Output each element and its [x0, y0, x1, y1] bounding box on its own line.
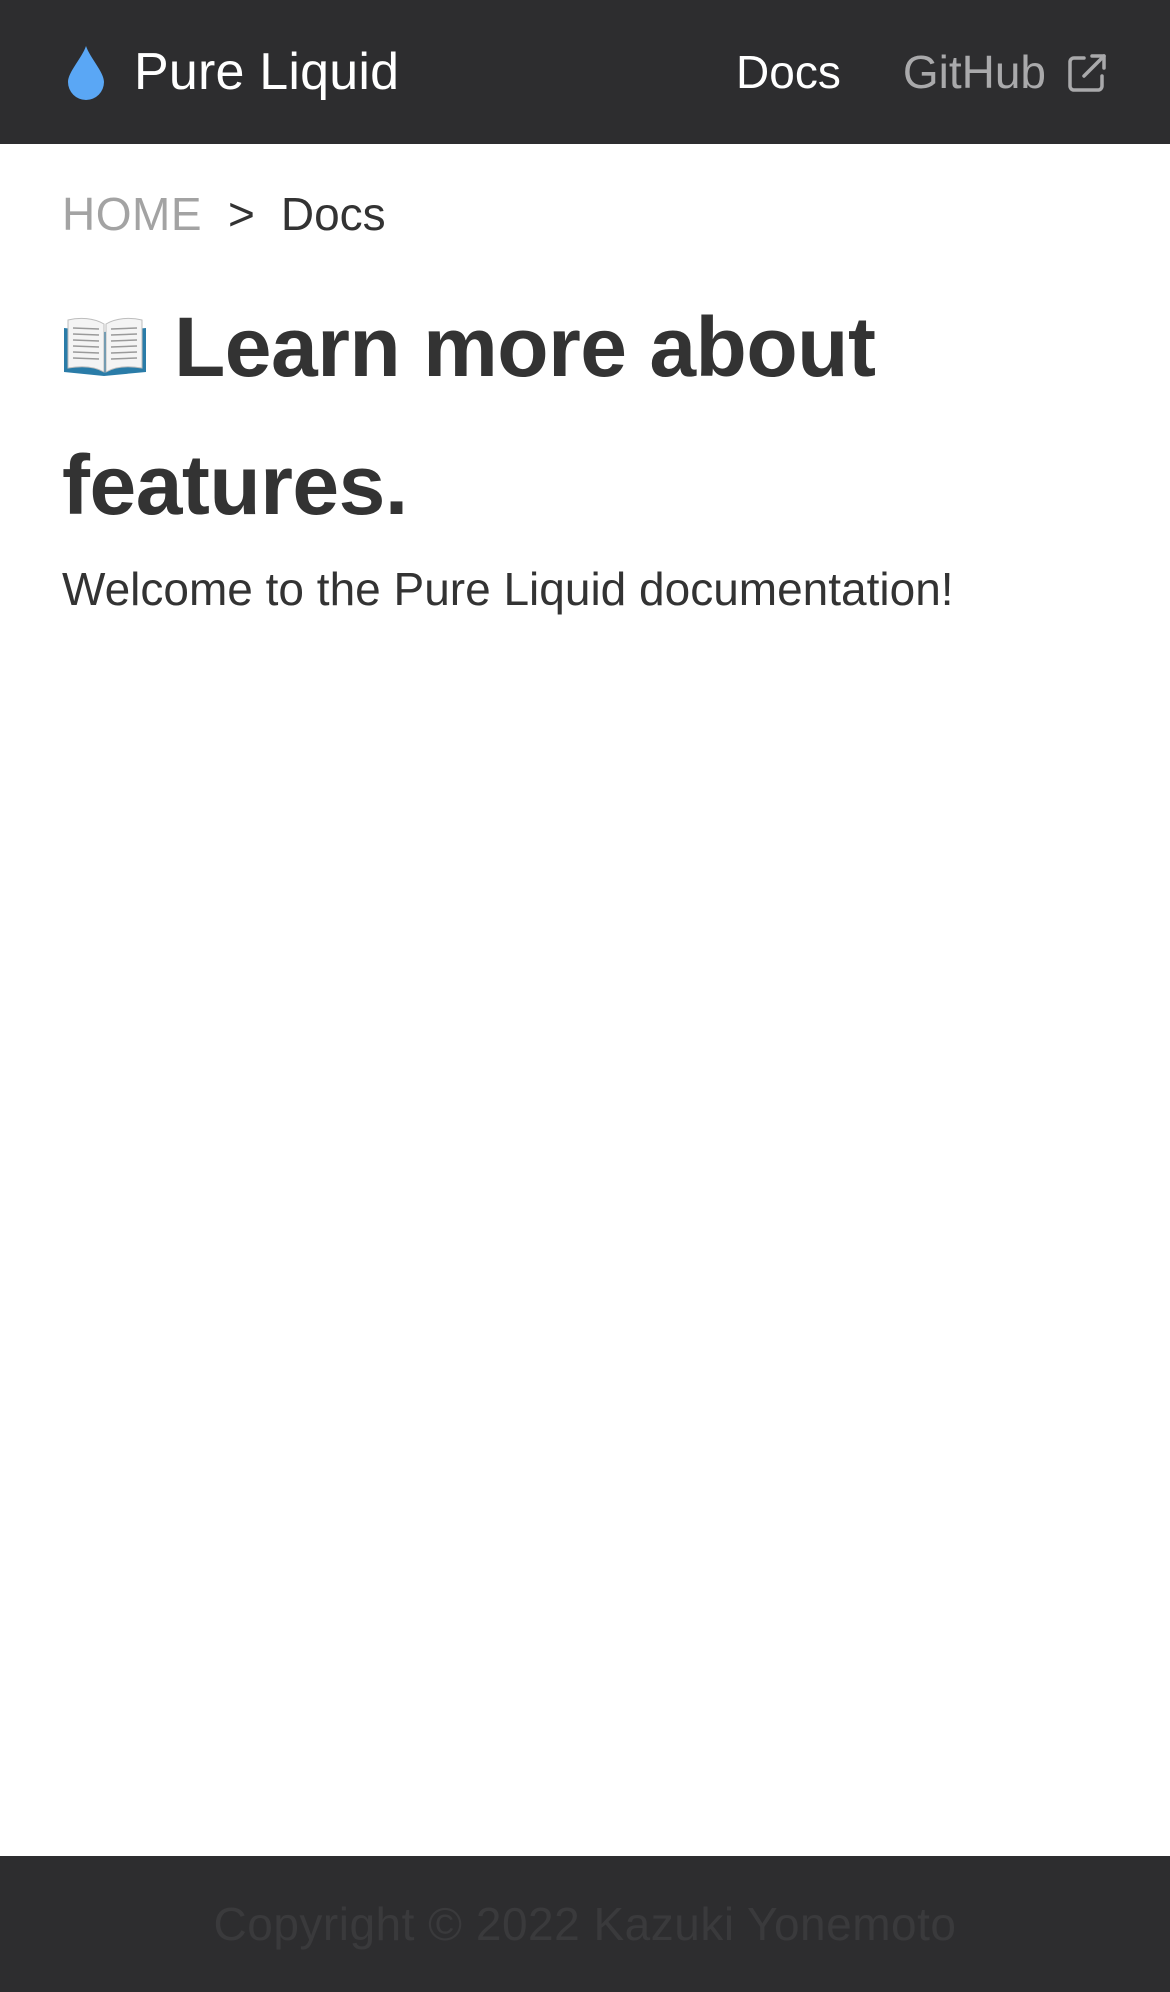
breadcrumb: HOME > Docs: [62, 186, 1108, 242]
breadcrumb-home[interactable]: HOME: [62, 187, 202, 241]
footer: Copyright © 2022 Kazuki Yonemoto: [0, 1856, 1170, 1992]
copyright-text: Copyright © 2022 Kazuki Yonemoto: [213, 1898, 957, 1950]
open-book-icon: [62, 280, 148, 376]
intro-text: Welcome to the Pure Liquid documentation…: [62, 563, 954, 615]
main-content: HOME > Docs Learn more about features. W…: [0, 144, 1170, 1856]
page-title: Learn more about features.: [62, 278, 1108, 554]
external-link-icon: [1066, 51, 1108, 93]
breadcrumb-current: Docs: [280, 188, 386, 240]
nav-links: Docs GitHub: [736, 45, 1108, 99]
nav-link-docs[interactable]: Docs: [736, 45, 841, 99]
nav-link-github[interactable]: GitHub: [903, 45, 1108, 99]
navbar: Pure Liquid Docs GitHub: [0, 0, 1170, 144]
brand-link[interactable]: Pure Liquid: [62, 42, 399, 102]
page: Pure Liquid Docs GitHub HOME > Docs Lear…: [0, 0, 1170, 1992]
nav-link-github-label: GitHub: [902, 46, 1046, 98]
water-drop-icon: [62, 44, 110, 100]
breadcrumb-separator: >: [228, 188, 255, 240]
brand-name: Pure Liquid: [134, 43, 400, 101]
page-title-text: Learn more about features.: [62, 300, 876, 532]
